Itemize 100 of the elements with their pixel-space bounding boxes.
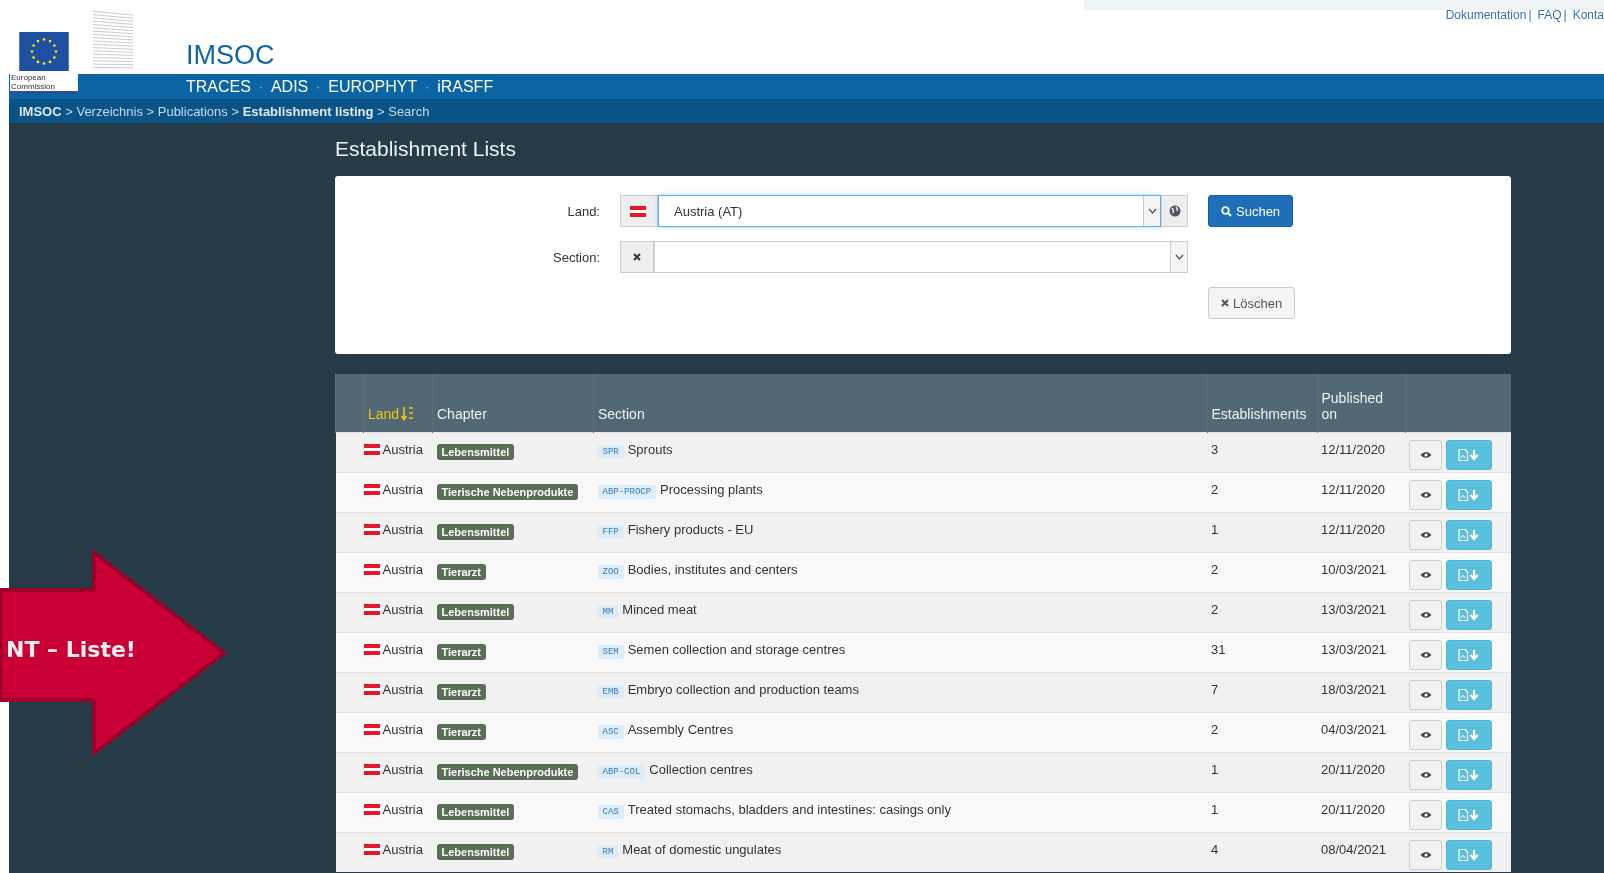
austria-flag-icon	[363, 563, 380, 575]
view-button[interactable]	[1409, 839, 1442, 870]
establishment-count: 2	[1211, 481, 1219, 497]
nav-separator: ·	[425, 79, 430, 94]
nav-separator: ·	[316, 79, 321, 94]
eye-icon	[1419, 570, 1432, 579]
download-pdf-button[interactable]	[1446, 439, 1492, 470]
view-button[interactable]	[1409, 639, 1442, 670]
country-name: Austria	[382, 521, 423, 537]
view-button[interactable]	[1409, 439, 1442, 470]
download-pdf-button[interactable]	[1446, 719, 1492, 750]
published-date: 12/11/2020	[1321, 521, 1386, 537]
download-pdf-button[interactable]	[1446, 479, 1492, 510]
section-code: MM	[597, 604, 619, 619]
country-name: Austria	[382, 761, 423, 777]
austria-flag-icon	[363, 843, 380, 855]
published-date: 08/04/2021	[1321, 841, 1387, 857]
download-pdf-button[interactable]	[1446, 559, 1492, 590]
section-name: Sprouts	[627, 441, 673, 457]
header-link[interactable]: Dokumentation	[1445, 8, 1527, 22]
country-name: Austria	[382, 721, 423, 737]
nav-link[interactable]: iRASFF	[437, 77, 494, 96]
close-icon	[1221, 299, 1229, 307]
section-code: CAS	[597, 804, 624, 819]
published-date: 12/11/2020	[1321, 441, 1386, 457]
sort-icon	[401, 405, 416, 421]
pdf-download-icon	[1458, 688, 1480, 701]
chapter-badge: Lebensmittel	[436, 803, 515, 820]
establishment-count: 1	[1211, 801, 1219, 817]
section-code: ZOO	[597, 564, 624, 579]
section-name: Semen collection and storage centres	[627, 641, 846, 657]
country-name: Austria	[382, 441, 423, 457]
building-drawing	[91, 8, 135, 70]
view-button[interactable]	[1409, 679, 1442, 710]
field-label: Section:	[552, 249, 601, 265]
download-pdf-button[interactable]	[1446, 759, 1492, 790]
app-title: IMSOC	[186, 40, 275, 71]
logo-text: European	[11, 73, 47, 82]
section-code: EMB	[597, 684, 624, 699]
eye-icon	[1419, 650, 1432, 659]
nav-link[interactable]: TRACES	[186, 77, 251, 96]
austria-flag-icon	[363, 443, 380, 455]
establishment-count: 7	[1211, 681, 1219, 697]
search-icon	[1221, 205, 1232, 217]
section-name: Assembly Centres	[627, 721, 734, 737]
eye-icon	[1419, 530, 1432, 539]
link-separator: |	[1563, 8, 1567, 22]
download-pdf-button[interactable]	[1446, 599, 1492, 630]
view-button[interactable]	[1409, 799, 1442, 830]
section-code: FFP	[597, 524, 624, 539]
download-pdf-button[interactable]	[1446, 679, 1492, 710]
section-select[interactable]	[654, 241, 1188, 273]
country-name: Austria	[382, 641, 423, 657]
eye-icon	[1419, 850, 1432, 859]
chapter-badge: Tierarzt	[436, 643, 487, 660]
pdf-download-icon	[1458, 848, 1480, 861]
country-name: Austria	[382, 561, 423, 577]
download-pdf-button[interactable]	[1446, 639, 1492, 670]
clear-button[interactable]: Löschen	[1208, 287, 1296, 319]
establishment-count: 1	[1211, 761, 1219, 777]
download-pdf-button[interactable]	[1446, 839, 1492, 870]
header-link[interactable]: Konta	[1572, 8, 1604, 22]
country-name: Austria	[382, 841, 423, 857]
austria-flag-icon	[363, 603, 380, 615]
section-code: ABP-COL	[597, 764, 646, 779]
eye-icon	[1419, 490, 1432, 499]
establishment-count: 2	[1211, 561, 1219, 577]
search-button[interactable]: Suchen	[1208, 195, 1294, 227]
published-date: 04/03/2021	[1321, 721, 1387, 737]
view-button[interactable]	[1409, 719, 1442, 750]
section-name: Collection centres	[649, 761, 753, 777]
view-button[interactable]	[1409, 559, 1442, 590]
section-code: SPR	[597, 444, 624, 459]
view-button[interactable]	[1409, 479, 1442, 510]
section-name: Processing plants	[660, 481, 763, 497]
austria-flag-icon	[363, 643, 380, 655]
view-button[interactable]	[1409, 519, 1442, 550]
nav-link[interactable]: EUROPHYT	[328, 77, 418, 96]
austria-flag-icon	[363, 763, 380, 775]
pdf-download-icon	[1458, 448, 1480, 461]
view-button[interactable]	[1409, 599, 1442, 630]
establishment-count: 31	[1211, 641, 1226, 657]
view-button[interactable]	[1409, 759, 1442, 790]
download-pdf-button[interactable]	[1446, 519, 1492, 550]
header-link[interactable]: FAQ	[1537, 8, 1562, 22]
chapter-badge: Tierarzt	[436, 563, 487, 580]
caret-icon	[1147, 208, 1157, 214]
pdf-download-icon	[1458, 768, 1480, 781]
establishment-count: 2	[1211, 601, 1219, 617]
section-code: RM	[597, 844, 619, 859]
austria-flag-icon	[363, 803, 380, 815]
download-pdf-button[interactable]	[1446, 799, 1492, 830]
breadcrumb[interactable]: IMSOC > Verzeichnis > Publications > Establishment listing > Search	[19, 103, 430, 119]
section-name: Meat of domestic ungulates	[622, 841, 782, 857]
eye-icon	[1419, 730, 1432, 739]
country-select[interactable]: Austria (AT)	[658, 195, 1161, 227]
chapter-badge: Tierische Nebenprodukte	[436, 763, 579, 780]
section-name: Treated stomachs, bladders and intestines: casings only	[627, 801, 951, 817]
nav-link[interactable]: ADIS	[270, 77, 309, 96]
chapter-badge: Tierarzt	[436, 683, 487, 700]
